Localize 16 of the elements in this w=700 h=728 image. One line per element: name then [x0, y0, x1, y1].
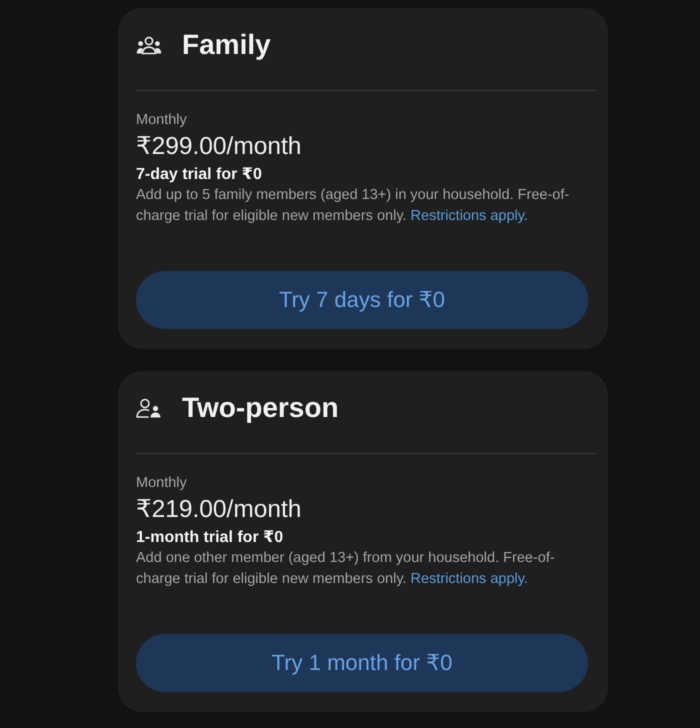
- restrictions-link[interactable]: Restrictions apply.: [410, 208, 528, 224]
- plan-description: Add one other member (aged 13+) from your household. Free-of-charge trial for eligible new members only. Restrictions apply.: [136, 549, 556, 589]
- plan-price: ₹219.00/month: [136, 495, 302, 525]
- plan-description: Add up to 5 family members (aged 13+) in your household. Free-of-charge trial for eligible new members only. Restrictions apply.: [136, 186, 570, 226]
- trial-button[interactable]: Try 1 month for ₹0: [136, 634, 588, 692]
- plan-title: Two-person: [182, 391, 339, 425]
- two-people-icon: [136, 398, 162, 418]
- trial-offer: 7-day trial for ₹0: [136, 165, 262, 185]
- billing-period: Monthly: [136, 111, 187, 129]
- trial-button[interactable]: Try 7 days for ₹0: [136, 271, 588, 329]
- plan-price: ₹299.00/month: [136, 132, 302, 162]
- restrictions-link[interactable]: Restrictions apply.: [410, 571, 528, 587]
- trial-offer: 1-month trial for ₹0: [136, 528, 284, 548]
- billing-period: Monthly: [136, 474, 187, 492]
- group-icon: [136, 35, 162, 55]
- plan-title: Family: [182, 28, 271, 62]
